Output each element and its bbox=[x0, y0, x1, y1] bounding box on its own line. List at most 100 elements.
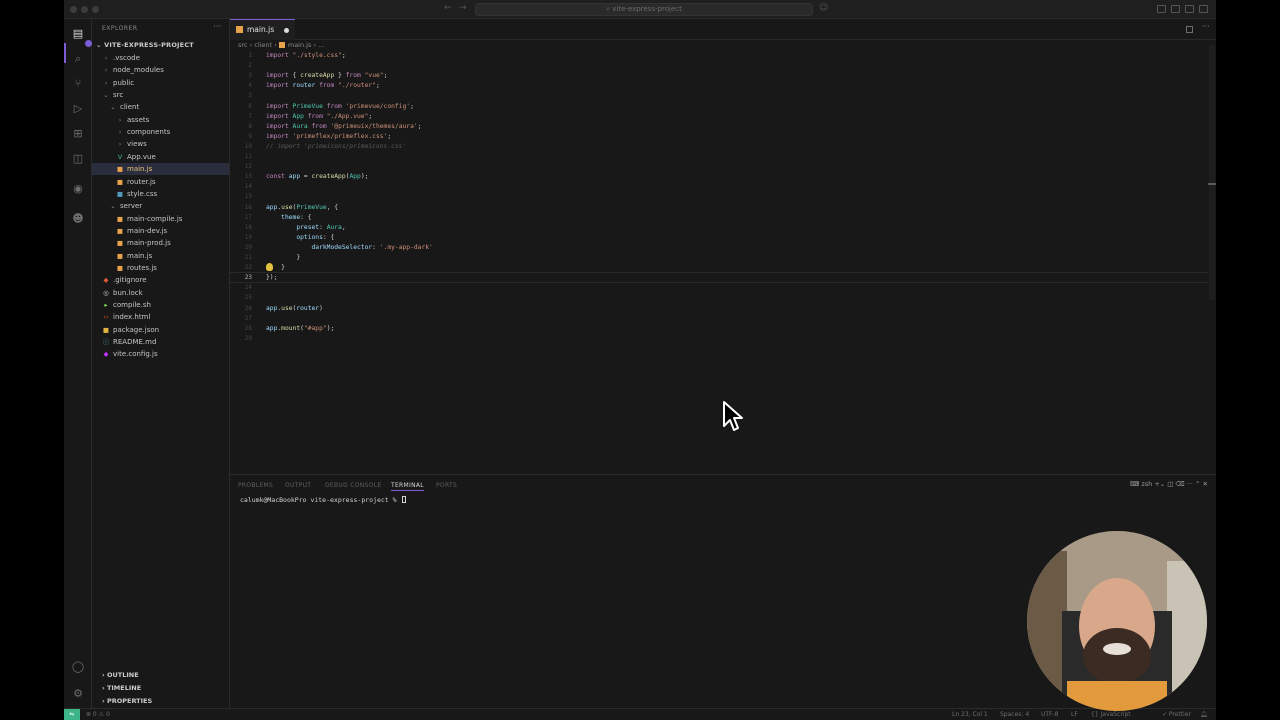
toggle-secondary-sidebar-icon[interactable] bbox=[1185, 5, 1194, 13]
code-line[interactable]: import PrimeVue from 'primevue/config'; bbox=[266, 102, 414, 112]
editor-more-actions-icon[interactable]: ··· bbox=[1202, 22, 1210, 31]
end-of-line[interactable]: LF bbox=[1071, 709, 1078, 720]
properties-section[interactable]: › PROPERTIES bbox=[102, 697, 152, 705]
code-line[interactable]: darkModeSelector: '.my-app-dark' bbox=[266, 243, 433, 253]
code-line[interactable]: // import 'primeicons/primeicons.css' bbox=[266, 142, 406, 152]
account-icon[interactable]: ◯ bbox=[71, 660, 85, 674]
remote-indicator-icon[interactable]: ⇋ bbox=[64, 709, 80, 720]
gear-icon[interactable]: ⚙ bbox=[71, 687, 85, 701]
tree-item[interactable]: ■ routes.js bbox=[92, 262, 229, 274]
breadcrumb-item[interactable]: ... bbox=[318, 41, 324, 49]
tree-item[interactable]: ■ router.js bbox=[92, 176, 229, 188]
tree-item[interactable]: ⌄ server bbox=[92, 200, 229, 212]
split-terminal-icon[interactable]: ◫ bbox=[1167, 480, 1175, 488]
tree-item[interactable]: ▸ compile.sh bbox=[92, 299, 229, 311]
code-line[interactable]: import router from "./router"; bbox=[266, 81, 380, 91]
tree-item[interactable]: ‹› index.html bbox=[92, 311, 229, 323]
tree-item[interactable]: › views bbox=[92, 138, 229, 150]
split-editor-icon[interactable] bbox=[1186, 26, 1193, 33]
editor-scrollbar[interactable] bbox=[1209, 45, 1215, 300]
tree-item[interactable]: ⓘ README.md bbox=[92, 336, 229, 348]
close-panel-icon[interactable]: ✕ bbox=[1203, 480, 1208, 488]
maximize-panel-icon[interactable]: ⌃ bbox=[1195, 480, 1203, 488]
tab-output[interactable]: OUTPUT bbox=[285, 482, 311, 489]
explorer-icon[interactable]: ▤ bbox=[71, 27, 92, 47]
tree-item[interactable]: ■ main.js bbox=[92, 250, 229, 262]
trash-icon[interactable]: ⌫ bbox=[1176, 480, 1187, 488]
more-actions-icon[interactable]: ··· bbox=[213, 22, 221, 31]
tab-ports[interactable]: PORTS bbox=[436, 482, 457, 489]
tree-item[interactable]: ■ main.js bbox=[92, 163, 229, 176]
terminal-prompt[interactable]: calumk@MacBookPro vite-express-project % bbox=[240, 496, 407, 504]
command-center-search[interactable]: ⌕ vite-express-project bbox=[475, 3, 813, 16]
tab-main-js[interactable]: main.js bbox=[230, 19, 295, 40]
workspace-root[interactable]: ⌄ VITE-EXPRESS-PROJECT bbox=[96, 41, 194, 49]
tree-item[interactable]: V App.vue bbox=[92, 151, 229, 163]
forward-arrow-icon[interactable]: → bbox=[459, 3, 467, 13]
tree-item[interactable]: ■ main-compile.js bbox=[92, 213, 229, 225]
timeline-section[interactable]: › TIMELINE bbox=[102, 684, 141, 692]
new-terminal-icon[interactable]: +⌄ bbox=[1154, 480, 1167, 488]
indentation[interactable]: Spaces: 4 bbox=[1000, 709, 1029, 720]
search-view-icon[interactable]: ⌕ bbox=[71, 52, 85, 66]
tab-terminal[interactable]: TERMINAL bbox=[391, 482, 424, 491]
copilot-chat-icon[interactable]: ☻ bbox=[71, 212, 85, 226]
tab-debug-console[interactable]: DEBUG CONSOLE bbox=[325, 482, 381, 489]
code-line[interactable]: import App from "./App.vue"; bbox=[266, 112, 372, 122]
tab-problems[interactable]: PROBLEMS bbox=[238, 482, 273, 489]
tree-item[interactable]: ◆ .gitignore bbox=[92, 274, 229, 286]
tree-item[interactable]: › .vscode bbox=[92, 52, 229, 64]
code-line[interactable]: theme: { bbox=[266, 213, 311, 223]
copilot-icon[interactable]: ☺ bbox=[819, 3, 828, 13]
more-actions-icon[interactable]: ··· bbox=[1187, 480, 1195, 488]
encoding[interactable]: UTF-8 bbox=[1041, 709, 1059, 720]
github-icon[interactable]: ◉ bbox=[71, 182, 85, 196]
breadcrumb-item[interactable]: main.js bbox=[288, 41, 312, 49]
toggle-primary-sidebar-icon[interactable] bbox=[1157, 5, 1166, 13]
tree-item[interactable]: › assets bbox=[92, 114, 229, 126]
tree-item[interactable]: ■ main-dev.js bbox=[92, 225, 229, 237]
unsaved-dot-icon[interactable] bbox=[284, 28, 289, 33]
tree-item[interactable]: › node_modules bbox=[92, 64, 229, 76]
code-line[interactable]: } bbox=[266, 253, 300, 263]
code-line[interactable]: }); bbox=[266, 273, 277, 283]
remote-explorer-icon[interactable]: ◫ bbox=[71, 152, 85, 166]
back-arrow-icon[interactable]: ← bbox=[444, 3, 452, 13]
code-line[interactable]: app.use(PrimeVue, { bbox=[266, 203, 338, 213]
code-line[interactable]: const app = createApp(App); bbox=[266, 172, 368, 182]
source-control-icon[interactable]: ⑂ bbox=[71, 77, 85, 91]
customize-layout-icon[interactable] bbox=[1199, 5, 1208, 13]
tree-item[interactable]: ⌄ client bbox=[92, 101, 229, 113]
tree-item[interactable]: ◆ vite.config.js bbox=[92, 348, 229, 360]
tree-item[interactable]: › components bbox=[92, 126, 229, 138]
toggle-panel-icon[interactable] bbox=[1171, 5, 1180, 13]
code-line[interactable]: import { createApp } from "vue"; bbox=[266, 71, 387, 81]
code-line[interactable]: import "./style.css"; bbox=[266, 51, 346, 61]
problems-count[interactable]: ⊗ 0 ⚠ 0 bbox=[86, 709, 110, 720]
outline-section[interactable]: › OUTLINE bbox=[102, 671, 139, 679]
maximize-window-button[interactable] bbox=[92, 6, 99, 13]
code-line[interactable]: import Aura from '@primeuix/themes/aura'… bbox=[266, 122, 421, 132]
tree-item[interactable]: ■ main-prod.js bbox=[92, 237, 229, 249]
breadcrumb-item[interactable]: src bbox=[238, 41, 248, 49]
code-line[interactable]: app.mount("#app"); bbox=[266, 324, 334, 334]
prettier-status[interactable]: ✓ Prettier bbox=[1162, 709, 1191, 720]
run-debug-icon[interactable]: ▷ bbox=[71, 102, 85, 116]
tree-item[interactable]: ■ package.json bbox=[92, 324, 229, 336]
code-line[interactable]: import 'primeflex/primeflex.css'; bbox=[266, 132, 391, 142]
code-line[interactable]: options: { bbox=[266, 233, 334, 243]
extensions-icon[interactable]: ⊞ bbox=[71, 127, 85, 141]
lightbulb-icon[interactable] bbox=[266, 263, 273, 271]
tree-item[interactable]: ⌄ src bbox=[92, 89, 229, 101]
breadcrumb-item[interactable]: client bbox=[254, 41, 272, 49]
shell-name[interactable]: zsh bbox=[1141, 480, 1152, 488]
cursor-position[interactable]: Ln 23, Col 1 bbox=[952, 709, 988, 720]
close-window-button[interactable] bbox=[70, 6, 77, 13]
tree-item[interactable]: ◎ bun.lock bbox=[92, 287, 229, 299]
minimize-window-button[interactable] bbox=[81, 6, 88, 13]
notifications-bell-icon[interactable]: 🔔︎ bbox=[1200, 709, 1208, 720]
tree-item[interactable]: › public bbox=[92, 77, 229, 89]
tree-item[interactable]: ■ style.css bbox=[92, 188, 229, 200]
code-line[interactable]: preset: Aura, bbox=[266, 223, 345, 233]
code-line[interactable]: app.use(router) bbox=[266, 304, 323, 314]
